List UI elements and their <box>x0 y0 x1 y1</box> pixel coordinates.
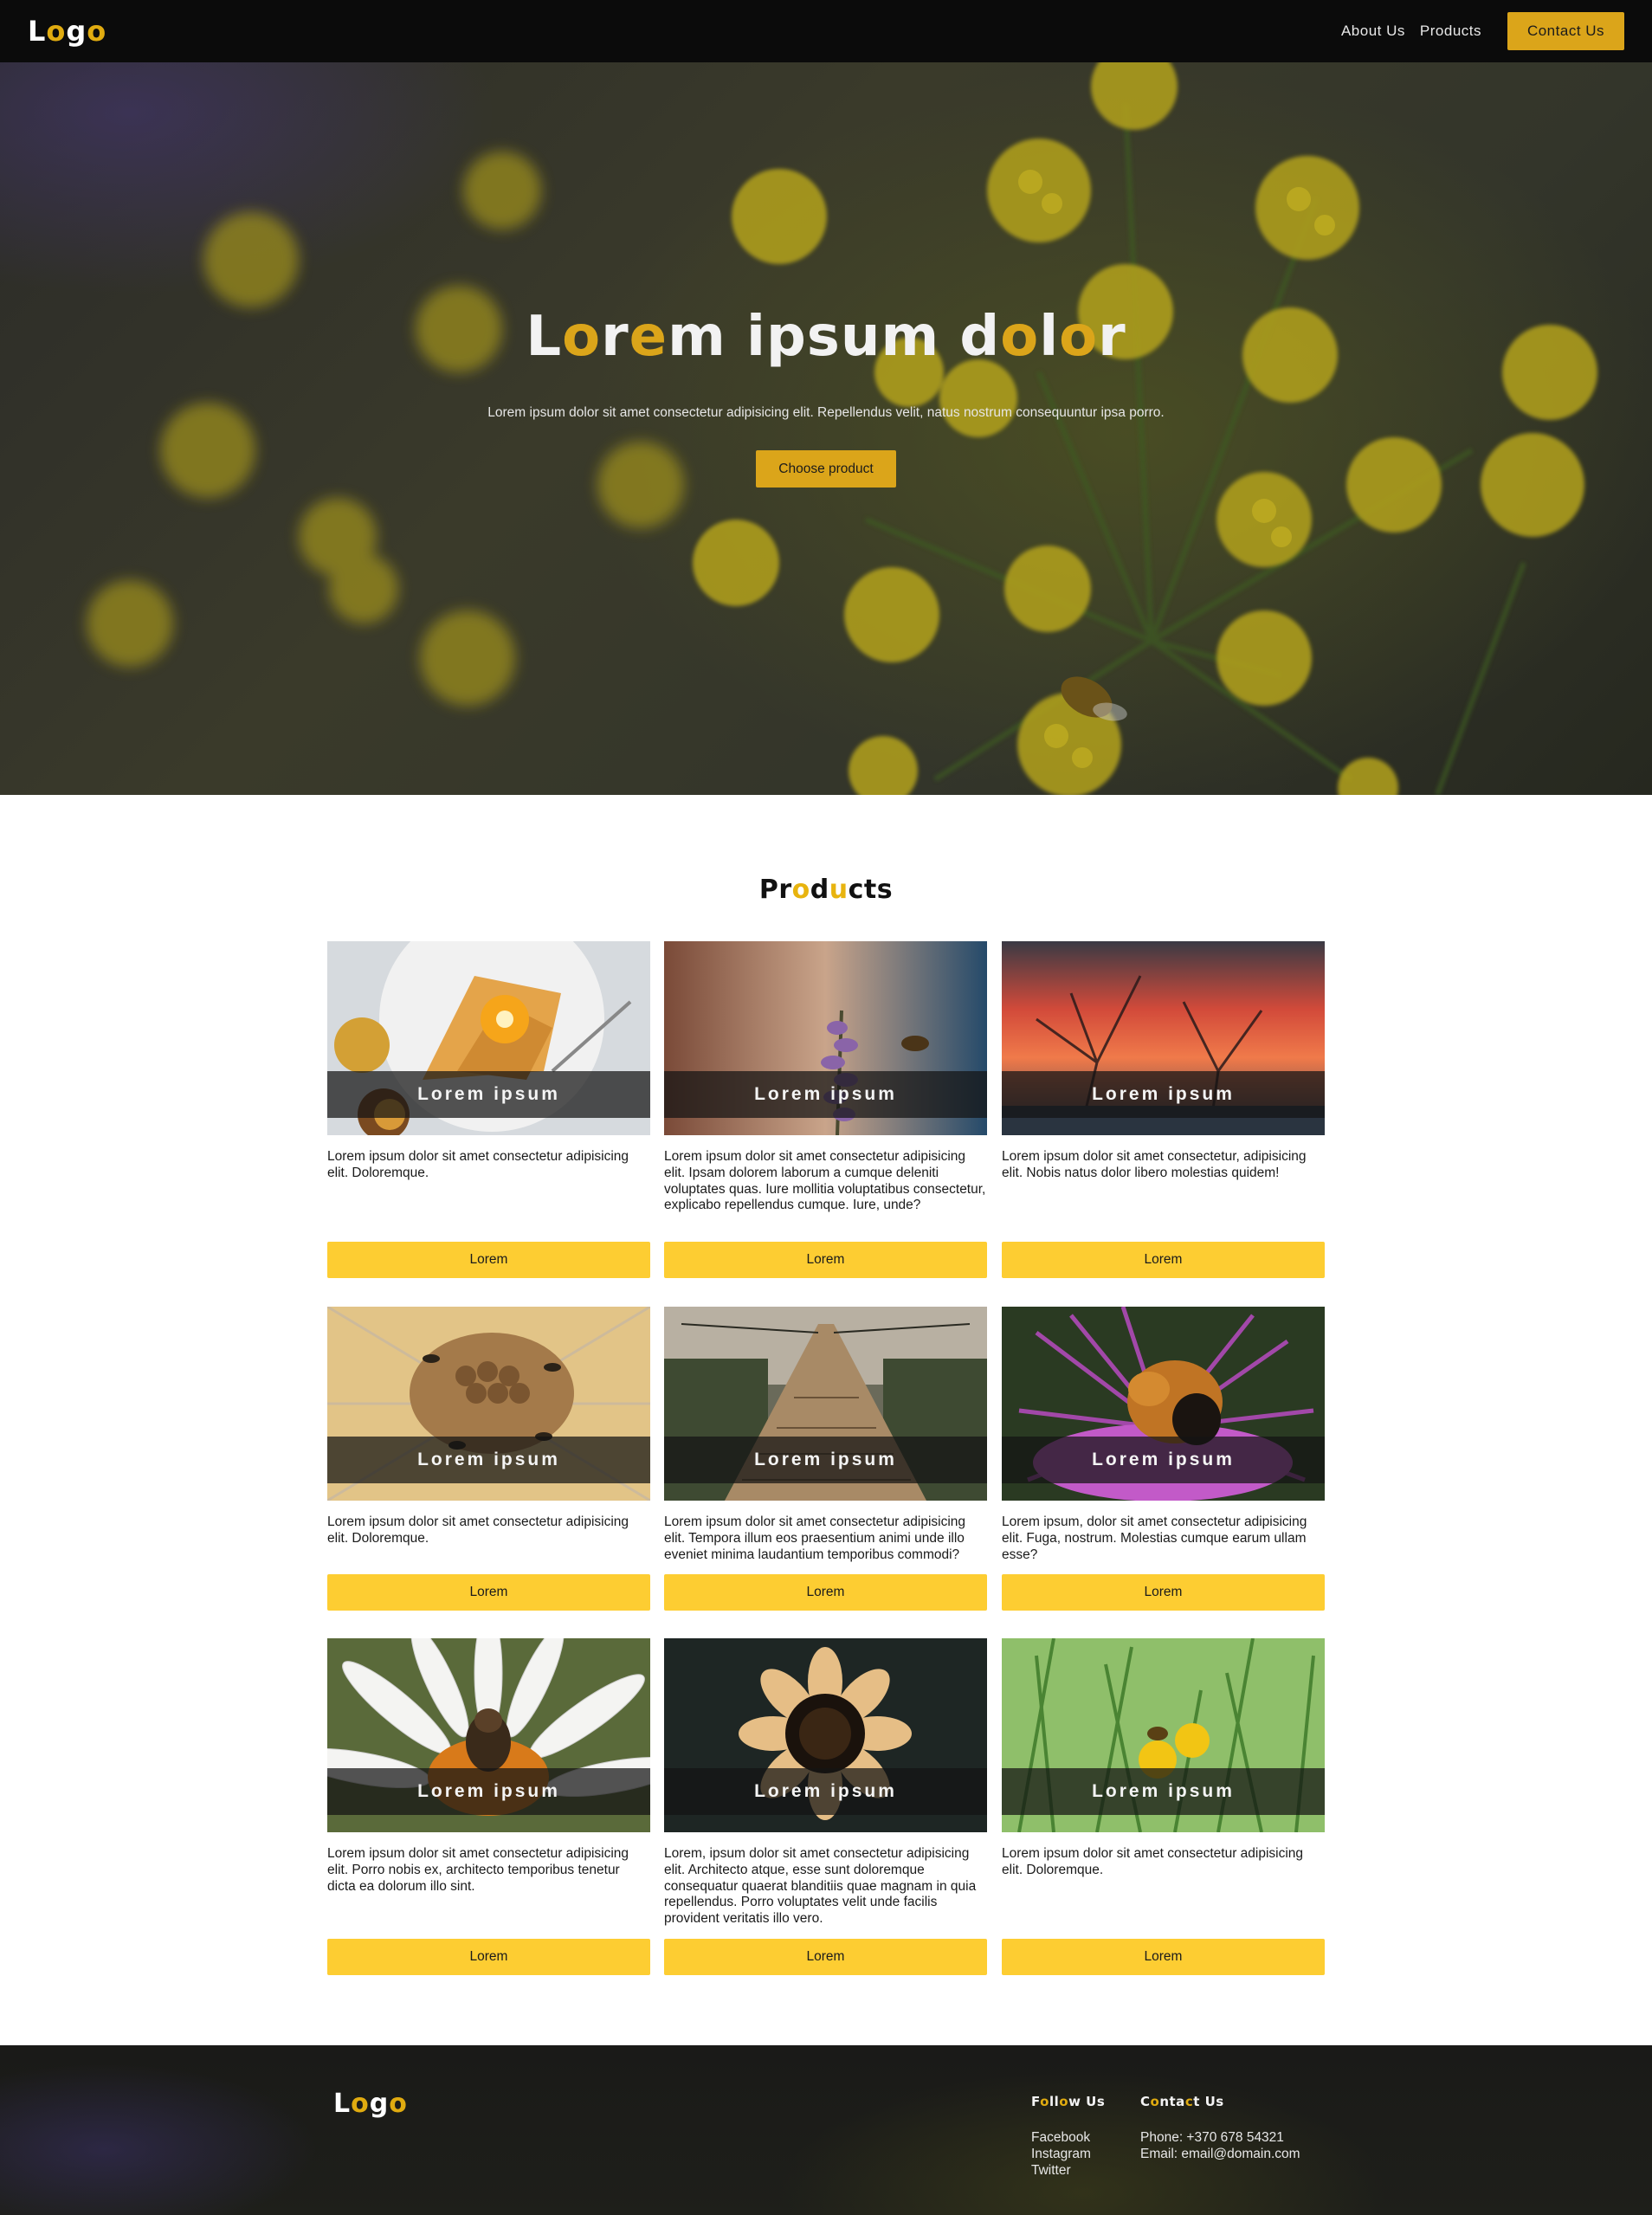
follow-us-column: Follow Us Facebook Instagram Twitter <box>1031 2094 1105 2179</box>
product-button[interactable]: Lorem <box>327 1574 650 1611</box>
product-caption: Lorem ipsum <box>1002 1768 1325 1815</box>
product-description: Lorem ipsum, dolor sit amet consectetur … <box>1002 1514 1307 1562</box>
product-caption: Lorem ipsum <box>664 1437 987 1483</box>
product-description: Lorem ipsum dolor sit amet consectetur a… <box>664 1149 986 1213</box>
product-caption: Lorem ipsum <box>664 1768 987 1815</box>
product-caption: Lorem ipsum <box>1002 1437 1325 1483</box>
footer-logo[interactable]: Logo <box>333 2089 408 2119</box>
product-description: Lorem ipsum dolor sit amet consectetur, … <box>1002 1149 1307 1180</box>
top-navbar: Logo About Us Products Contact Us <box>0 0 1652 62</box>
product-description: Lorem, ipsum dolor sit amet consectetur … <box>664 1846 977 1927</box>
hero-subtitle: Lorem ipsum dolor sit amet consectetur a… <box>487 405 1165 420</box>
nav-links: About Us Products Contact Us <box>1341 12 1624 50</box>
product-description: Lorem ipsum dolor sit amet consectetur a… <box>327 1514 629 1546</box>
contact-us-button[interactable]: Contact Us <box>1507 12 1624 50</box>
product-caption: Lorem ipsum <box>1002 1071 1325 1118</box>
products-section-title: Products <box>758 875 894 905</box>
product-button[interactable]: Lorem <box>664 1939 987 1975</box>
twitter-link[interactable]: Twitter <box>1031 2162 1105 2179</box>
product-button[interactable]: Lorem <box>664 1574 987 1611</box>
hero-section: Lorem ipsum dolor Lorem ipsum dolor sit … <box>0 0 1652 795</box>
email-text: Email: email@domain.com <box>1140 2147 1300 2161</box>
footer: Logo Follow Us Facebook Instagram Twitte… <box>0 2045 1652 2215</box>
product-button[interactable]: Lorem <box>1002 1939 1325 1975</box>
hero-background-image <box>87 43 1597 795</box>
phone-text: Phone: +370 678 54321 <box>1140 2130 1284 2145</box>
product-caption: Lorem ipsum <box>327 1071 650 1118</box>
contact-us-heading: Contact Us <box>1140 2094 1224 2109</box>
nav-link-about-us[interactable]: About Us <box>1341 23 1405 40</box>
product-description: Lorem ipsum dolor sit amet consectetur a… <box>327 1846 629 1894</box>
follow-us-heading: Follow Us <box>1031 2094 1106 2109</box>
product-caption: Lorem ipsum <box>327 1768 650 1815</box>
hero-title: Lorem ipsum dolor <box>526 305 1126 369</box>
nav-link-products[interactable]: Products <box>1420 23 1481 40</box>
contact-us-column: Contact Us Phone: +370 678 54321 Email: … <box>1140 2094 1300 2162</box>
product-button[interactable]: Lorem <box>664 1242 987 1278</box>
facebook-link[interactable]: Facebook <box>1031 2129 1105 2146</box>
instagram-link[interactable]: Instagram <box>1031 2146 1105 2162</box>
product-caption: Lorem ipsum <box>327 1437 650 1483</box>
product-button[interactable]: Lorem <box>1002 1574 1325 1611</box>
product-description: Lorem ipsum dolor sit amet consectetur a… <box>664 1514 966 1562</box>
product-description: Lorem ipsum dolor sit amet consectetur a… <box>1002 1846 1304 1877</box>
product-button[interactable]: Lorem <box>327 1242 650 1278</box>
product-description: Lorem ipsum dolor sit amet consectetur a… <box>327 1149 629 1180</box>
product-button[interactable]: Lorem <box>1002 1242 1325 1278</box>
choose-product-button[interactable]: Choose product <box>756 450 896 488</box>
product-caption: Lorem ipsum <box>664 1071 987 1118</box>
product-button[interactable]: Lorem <box>327 1939 650 1975</box>
nav-logo[interactable]: Logo <box>28 15 106 48</box>
